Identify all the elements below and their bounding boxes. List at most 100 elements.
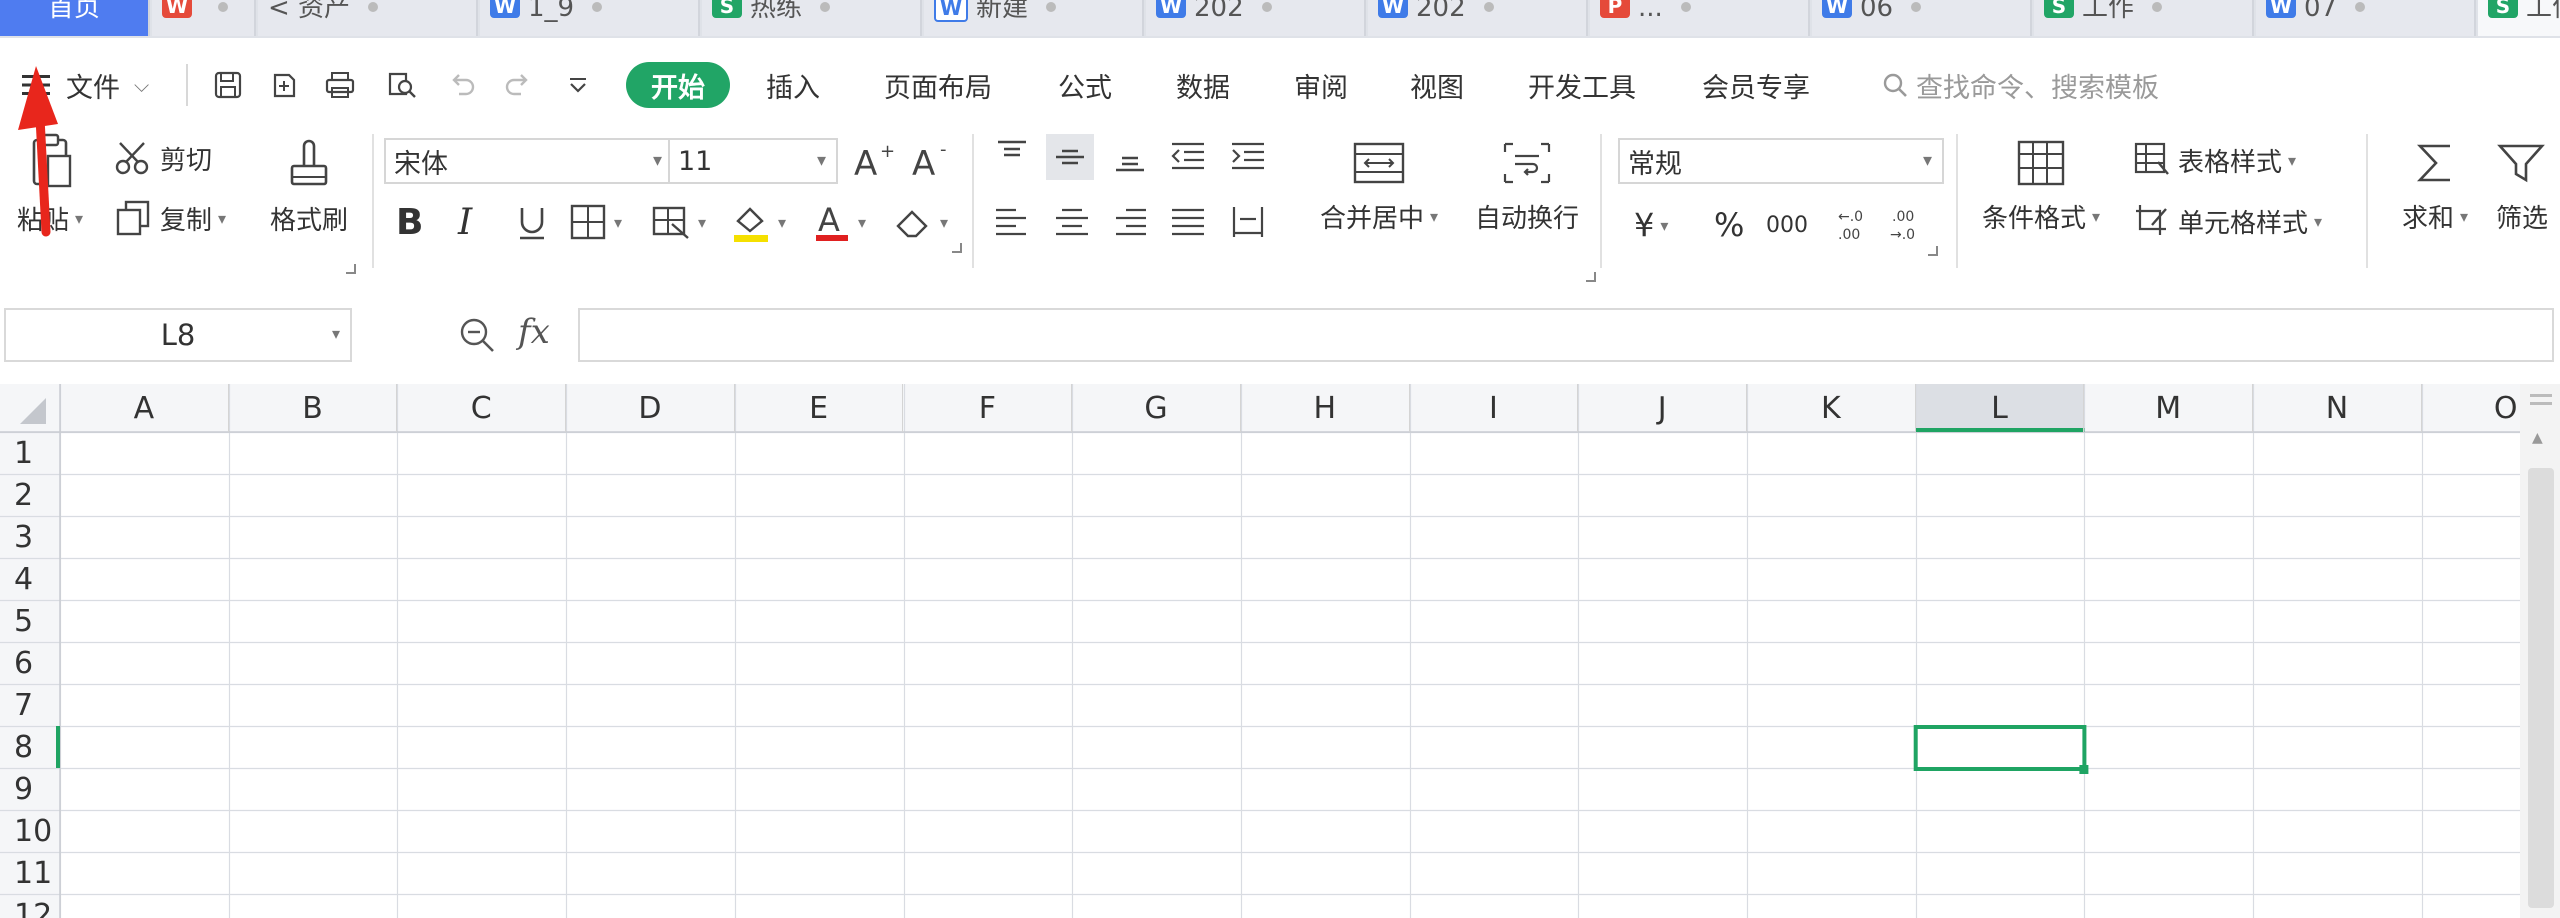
document-tab[interactable]: P... [1590, 0, 1810, 36]
document-tab[interactable]: W 1_9 [480, 0, 700, 36]
number-format-select[interactable]: 常规 ▾ [1618, 138, 1944, 184]
document-tab[interactable]: < 资产 [258, 0, 478, 36]
merge-center-button[interactable]: 合并居中 ▾ [1304, 140, 1454, 235]
document-tab[interactable]: W 06 [1812, 0, 2032, 36]
decrease-decimal-button[interactable]: .00 →.0 [1884, 202, 1938, 256]
document-tab[interactable]: S 热练 [702, 0, 922, 36]
borders-button[interactable]: ▾ [568, 198, 622, 246]
increase-indent-button[interactable] [1228, 134, 1268, 178]
tab-developer[interactable]: 开发工具 [1528, 52, 1636, 118]
column-header-c[interactable]: C [397, 384, 567, 432]
row-header-3[interactable]: 3 [0, 516, 60, 558]
cut-button[interactable]: 剪切 [114, 138, 212, 178]
document-tab[interactable]: S 工作 [2034, 0, 2254, 36]
copy-button[interactable]: 复制 ▾ [114, 198, 226, 238]
format-painter-button[interactable]: 格式刷 [262, 132, 356, 274]
wrap-text-button[interactable]: 自动换行 [1462, 140, 1596, 282]
column-header-n[interactable]: N [2253, 384, 2422, 432]
column-header-k[interactable]: K [1747, 384, 1916, 432]
currency-button[interactable]: ¥ ▾ [1634, 202, 1668, 248]
document-tab[interactable]: S 工作 [2478, 0, 2560, 36]
font-name-select[interactable]: 宋体 ▾ [384, 138, 674, 184]
align-center-button[interactable] [1052, 198, 1092, 246]
redo-icon[interactable] [496, 52, 540, 118]
cell-style-button[interactable]: 单元格样式 ▾ [2132, 200, 2322, 242]
align-bottom-button[interactable] [1110, 134, 1150, 178]
row-header-11[interactable]: 11 [0, 852, 60, 894]
font-size-select[interactable]: 11 ▾ [668, 138, 838, 184]
column-header-e[interactable]: E [735, 384, 904, 432]
row-header-5[interactable]: 5 [0, 600, 60, 642]
increase-decimal-button[interactable]: ←.0.00 [1830, 202, 1870, 248]
column-header-b[interactable]: B [229, 384, 398, 432]
table-style-button[interactable]: 表格样式 ▾ [2132, 140, 2296, 180]
column-header-d[interactable]: D [566, 384, 735, 432]
hamburger-menu-icon[interactable] [14, 52, 58, 118]
group-launcher-icon[interactable] [952, 243, 963, 253]
row-header-8[interactable]: 8 [0, 726, 60, 768]
italic-button[interactable]: I [458, 198, 472, 246]
clear-format-button[interactable]: ▾ [892, 198, 963, 253]
increase-font-button[interactable]: A + [852, 138, 896, 184]
paste-button[interactable]: 粘贴 ▾ [10, 132, 90, 237]
print-preview-icon[interactable] [380, 52, 424, 118]
tab-page-layout[interactable]: 页面布局 [884, 52, 992, 118]
group-launcher-icon[interactable] [346, 264, 356, 274]
column-header-j[interactable]: J [1578, 384, 1747, 432]
fill-color-button[interactable]: ▾ [730, 198, 786, 246]
zoom-formula-icon[interactable] [456, 314, 498, 360]
underline-button[interactable] [512, 198, 552, 246]
row-header-7[interactable]: 7 [0, 684, 60, 726]
document-tab[interactable]: W 202 [1146, 0, 1366, 36]
group-launcher-icon[interactable] [1586, 272, 1596, 282]
align-left-button[interactable] [992, 198, 1032, 246]
column-header-h[interactable]: H [1241, 384, 1410, 432]
command-search[interactable]: 查找命令、搜索模板 [1880, 52, 2159, 118]
row-header-10[interactable]: 10 [0, 810, 60, 852]
column-header-i[interactable]: I [1410, 384, 1579, 432]
formula-input[interactable] [578, 308, 2554, 362]
decrease-indent-button[interactable] [1168, 134, 1208, 178]
thousands-separator-button[interactable]: 000 [1766, 202, 1808, 248]
percent-button[interactable]: % [1714, 202, 1744, 248]
insert-function-icon[interactable]: fx [518, 312, 550, 352]
align-middle-button[interactable] [1046, 134, 1094, 180]
decrease-font-button[interactable]: A- [910, 138, 954, 184]
row-header-1[interactable]: 1 [0, 432, 60, 474]
tab-data[interactable]: 数据 [1176, 52, 1230, 118]
document-tab[interactable]: W 07 [2256, 0, 2476, 36]
align-top-button[interactable] [992, 134, 1032, 178]
save-icon[interactable] [206, 52, 250, 118]
autosum-button[interactable]: 求和 ▾ [2394, 138, 2476, 235]
export-pdf-icon[interactable] [262, 52, 306, 118]
row-header-9[interactable]: 9 [0, 768, 60, 810]
tab-insert[interactable]: 插入 [766, 52, 820, 118]
customize-toolbar-icon[interactable] [556, 52, 600, 118]
vertical-scrollbar[interactable]: ▲ [2520, 384, 2560, 918]
bold-button[interactable]: B [396, 198, 423, 246]
conditional-format-button[interactable]: 条件格式 ▾ [1976, 138, 2106, 235]
scroll-up-icon[interactable]: ▲ [2532, 430, 2543, 446]
worksheet-grid[interactable]: A B C D E F G H I J K L M N O 1 2 3 4 5 6 7 8 9 10 11 12 [0, 384, 2520, 918]
distributed-align-button[interactable] [1228, 198, 1268, 246]
document-tab[interactable]: W 202 [1368, 0, 1588, 36]
group-launcher-icon[interactable] [1928, 246, 1938, 256]
tab-view[interactable]: 视图 [1410, 52, 1464, 118]
tab-start[interactable]: 开始 [626, 62, 730, 108]
justify-button[interactable] [1168, 198, 1208, 246]
column-header-f[interactable]: F [904, 384, 1073, 432]
tab-member[interactable]: 会员专享 [1702, 52, 1810, 118]
document-tab[interactable]: 首页 [0, 0, 150, 36]
tab-formulas[interactable]: 公式 [1058, 52, 1112, 118]
font-color-button[interactable]: A ▾ [812, 198, 866, 246]
column-header-m[interactable]: M [2084, 384, 2254, 432]
fill-pattern-button[interactable]: ▾ [650, 198, 706, 246]
filter-button[interactable]: 筛选 [2496, 138, 2560, 235]
scroll-thumb[interactable] [2528, 468, 2554, 908]
align-right-button[interactable] [1110, 198, 1150, 246]
document-tab[interactable]: W 新建 [924, 0, 1144, 36]
row-header-12[interactable]: 12 [0, 894, 60, 918]
tab-review[interactable]: 审阅 [1294, 52, 1348, 118]
undo-icon[interactable] [440, 52, 484, 118]
file-menu[interactable]: 文件 ⌵ [66, 52, 149, 118]
